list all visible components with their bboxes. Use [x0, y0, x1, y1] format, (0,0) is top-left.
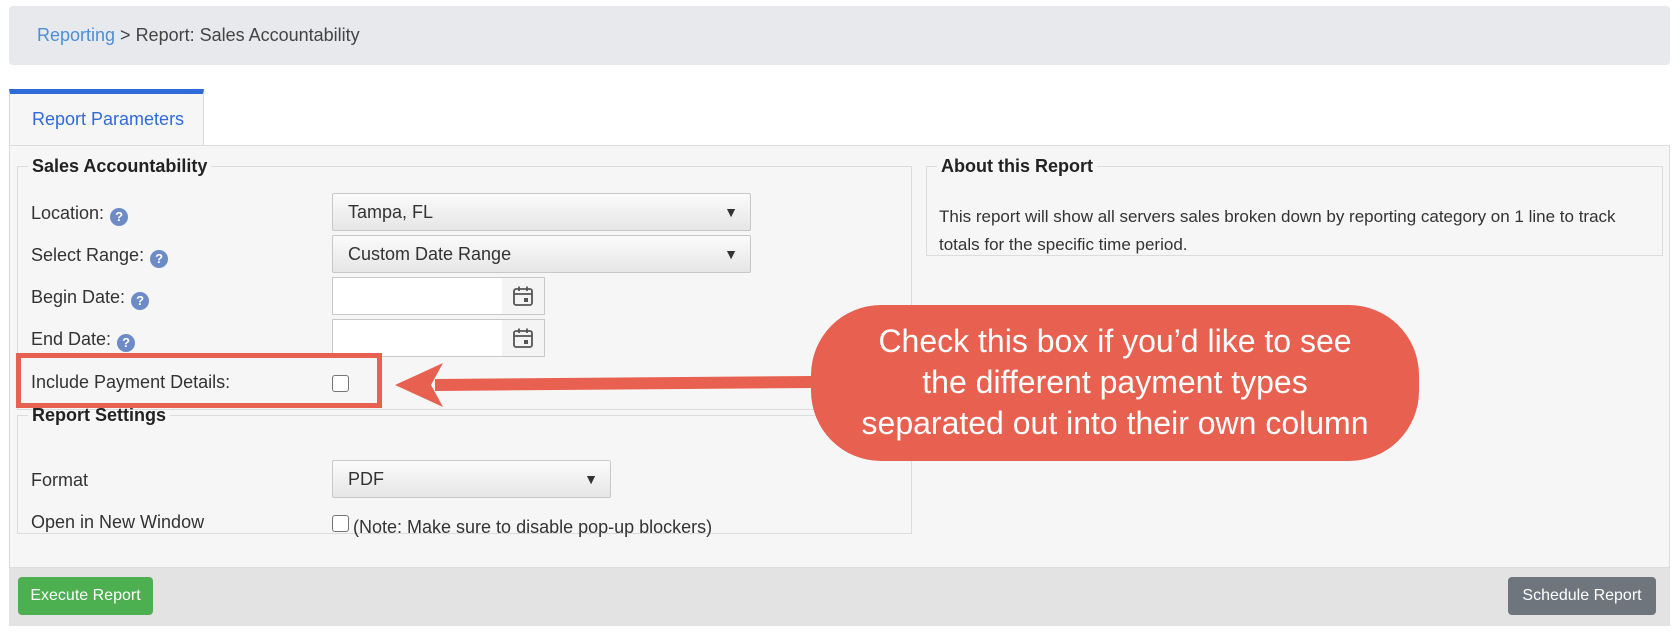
end-date-field — [332, 319, 545, 357]
begin-date-label: Begin Date: — [31, 287, 126, 307]
annotation-arrow — [395, 363, 814, 407]
range-label: Select Range: — [31, 245, 145, 265]
help-icon[interactable]: ? — [110, 208, 129, 226]
annotation-line-1: Check this box if you’d like to see — [878, 323, 1352, 359]
range-label-row: Select Range:? — [31, 245, 169, 268]
range-select-value: Custom Date Range — [348, 244, 512, 264]
range-select[interactable]: Custom Date Range ▼ — [332, 235, 751, 273]
breadcrumb-separator: > — [115, 25, 136, 45]
help-icon[interactable]: ? — [131, 292, 150, 310]
location-select[interactable]: Tampa, FL ▼ — [332, 193, 751, 231]
location-select-value: Tampa, FL — [348, 202, 434, 222]
schedule-report-button[interactable]: Schedule Report — [1508, 577, 1656, 615]
location-label-row: Location:? — [31, 203, 129, 226]
location-label: Location: — [31, 203, 105, 223]
payment-details-highlight-box — [16, 353, 382, 408]
sales-accountability-legend: Sales Accountability — [32, 156, 208, 176]
open-new-window-checkbox[interactable] — [332, 515, 349, 532]
about-report-fieldset: About this Report This report will show … — [926, 156, 1663, 256]
calendar-icon[interactable] — [502, 278, 544, 314]
begin-date-label-row: Begin Date:? — [31, 287, 150, 310]
format-label: Format — [31, 470, 89, 490]
annotation-callout: Check this box if you’d like to see the … — [811, 305, 1419, 461]
execute-report-button[interactable]: Execute Report — [18, 577, 153, 615]
help-icon[interactable]: ? — [150, 250, 169, 268]
end-date-label: End Date: — [31, 329, 112, 349]
chevron-down-icon: ▼ — [724, 246, 738, 262]
help-icon[interactable]: ? — [117, 334, 136, 352]
format-select-value: PDF — [348, 469, 384, 489]
begin-date-input[interactable] — [333, 278, 503, 314]
begin-date-field — [332, 277, 545, 315]
chevron-down-icon: ▼ — [584, 471, 598, 487]
annotation-line-3: separated out into their own column — [861, 405, 1369, 441]
report-settings-legend: Report Settings — [32, 405, 167, 425]
about-report-text: This report will show all servers sales … — [939, 207, 1616, 254]
chevron-down-icon: ▼ — [724, 204, 738, 220]
breadcrumb-current: Report: Sales Accountability — [135, 25, 360, 45]
about-report-legend: About this Report — [941, 156, 1093, 176]
calendar-icon[interactable] — [502, 320, 544, 356]
end-date-input[interactable] — [333, 320, 503, 356]
open-new-window-label: Open in New Window — [31, 512, 205, 532]
annotation-line-2: the different payment types — [922, 364, 1308, 400]
end-date-label-row: End Date:? — [31, 329, 136, 352]
breadcrumb-reporting-link[interactable]: Reporting — [37, 25, 115, 45]
format-select[interactable]: PDF ▼ — [332, 460, 611, 498]
tab-report-parameters[interactable]: Report Parameters — [9, 89, 204, 146]
breadcrumb: Reporting > Report: Sales Accountability — [9, 6, 1670, 65]
report-footer: Execute Report Schedule Report — [9, 568, 1670, 626]
popup-blocker-note: (Note: Make sure to disable pop-up block… — [353, 517, 713, 537]
